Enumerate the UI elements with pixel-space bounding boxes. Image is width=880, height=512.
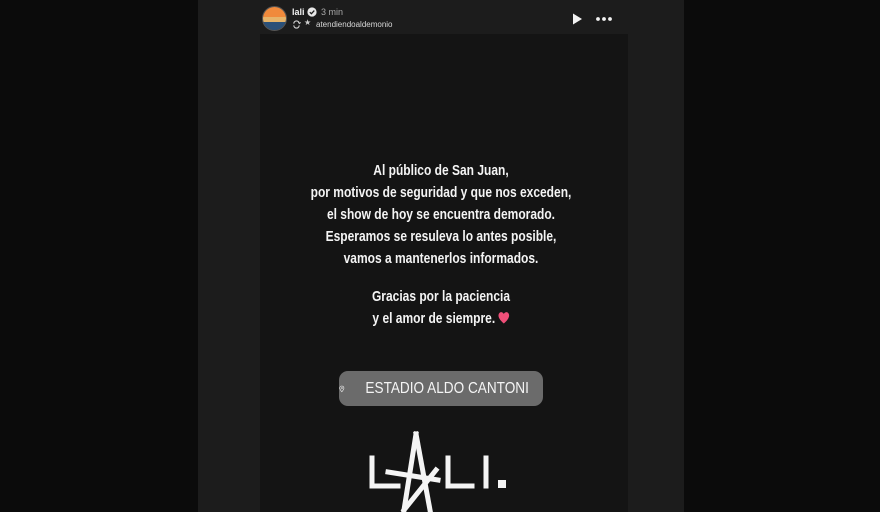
username[interactable]: lali: [292, 7, 305, 17]
message-line: vamos a mantenerlos informados.: [343, 250, 539, 267]
message-line: por motivos de seguridad y que nos exced…: [310, 184, 572, 201]
message-line: el show de hoy se encuentra demorado.: [326, 206, 556, 223]
location-sticker[interactable]: ESTADIO ALDO CANTONI: [339, 371, 543, 406]
story-header: lali 3 min ★ atendiendoaldemonio: [198, 0, 684, 40]
location-label: ESTADIO ALDO CANTONI: [365, 379, 529, 397]
story-message: Al público de San Juan, por motivos de s…: [247, 160, 636, 330]
closing-line: y el amor de siempre.: [372, 310, 496, 327]
story-frame: lali 3 min ★ atendiendoaldemonio Al públ…: [198, 0, 684, 512]
message-line: Esperamos se resuleva lo antes posible,: [325, 228, 557, 245]
location-pin-icon: [339, 385, 345, 392]
source-account[interactable]: atendiendoaldemonio: [316, 20, 393, 29]
avatar-sky: [263, 7, 286, 18]
time-ago: 3 min: [321, 7, 344, 17]
heart-icon: [498, 312, 509, 324]
closing-line: Gracias por la paciencia: [371, 288, 511, 305]
closing-line-with-heart: y el amor de siempre.: [247, 308, 636, 330]
star-icon: ★: [304, 18, 312, 27]
more-options-icon[interactable]: [595, 12, 613, 26]
message-spacer: [247, 270, 636, 286]
avatar[interactable]: [262, 6, 287, 31]
play-icon[interactable]: [570, 12, 584, 26]
lali-logo: [369, 431, 506, 512]
avatar-sea: [263, 21, 286, 30]
verified-badge-icon: [307, 7, 317, 17]
repost-icon: [293, 20, 301, 29]
story-viewer: lali 3 min ★ atendiendoaldemonio Al públ…: [0, 0, 880, 512]
message-line: Al público de San Juan,: [373, 162, 509, 179]
